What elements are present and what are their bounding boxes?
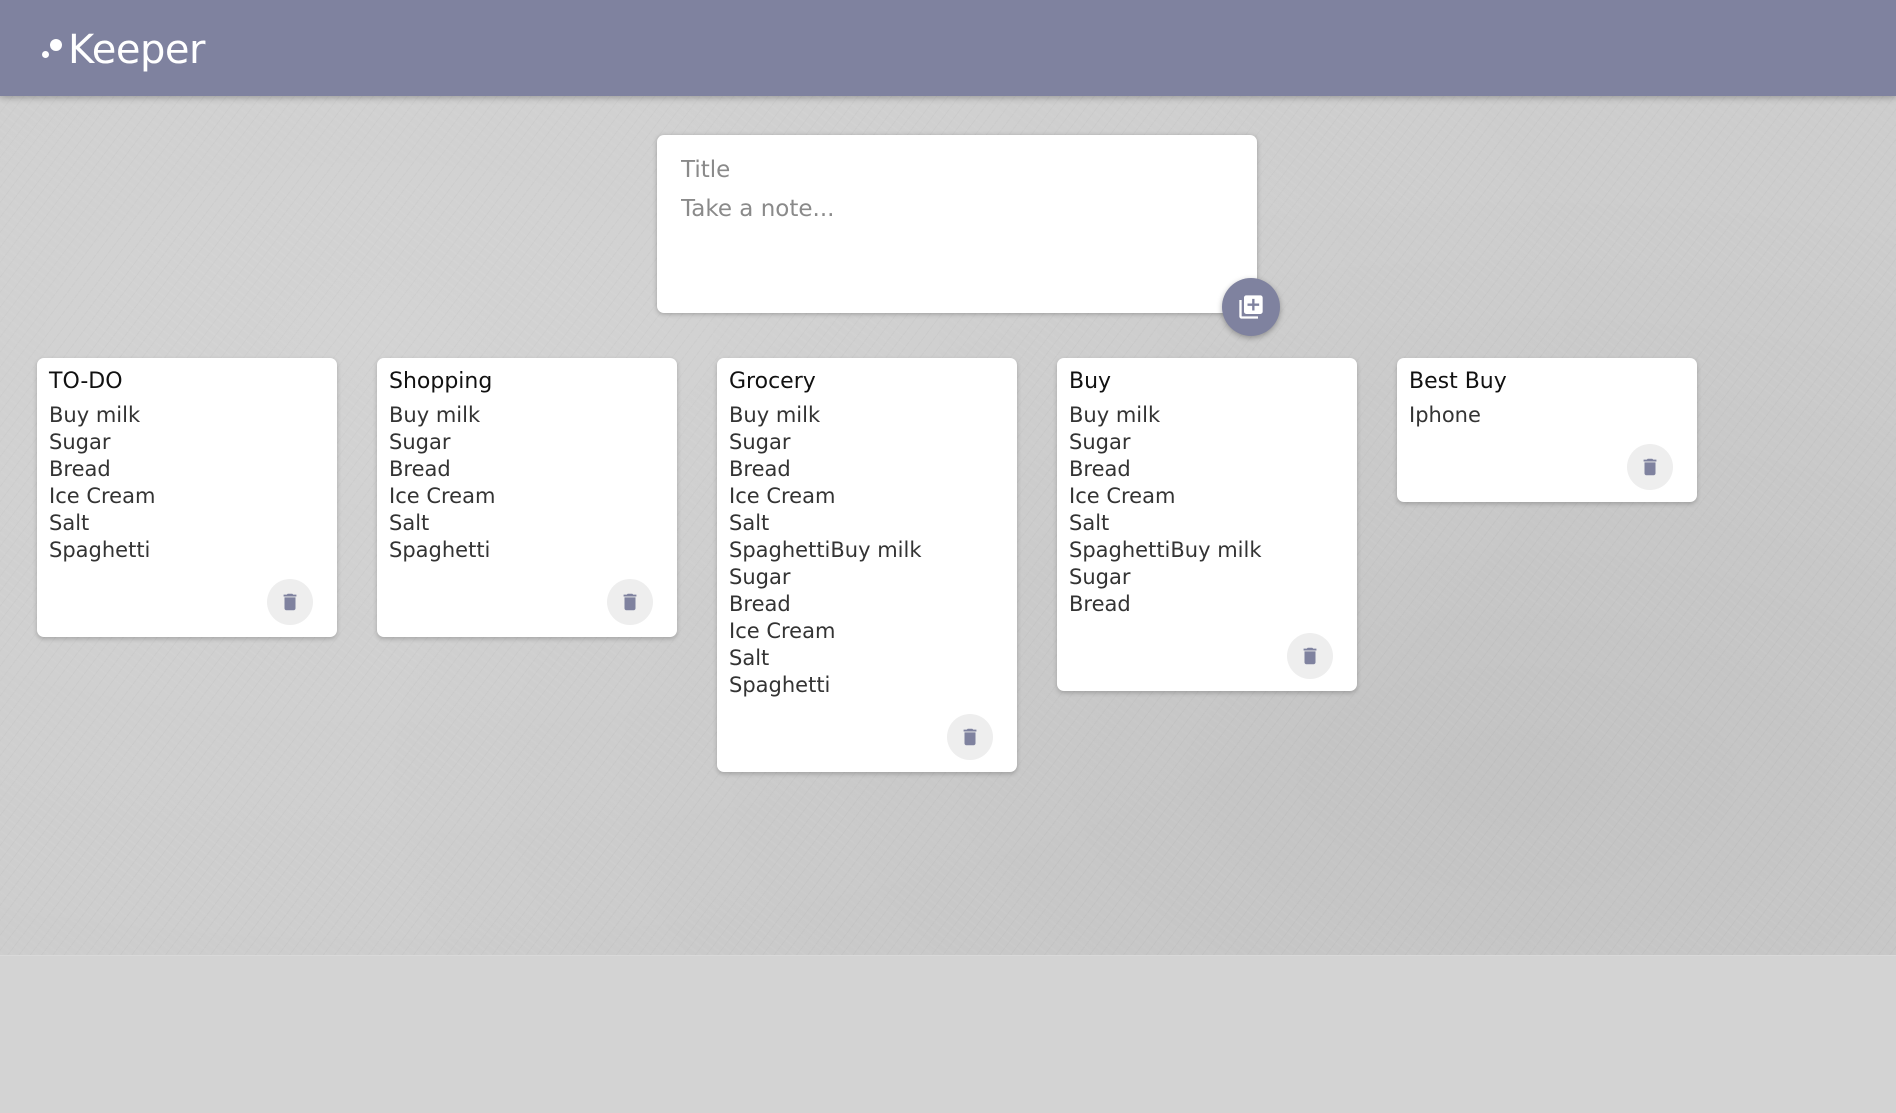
note-content: Buy milk Sugar Bread Ice Cream Salt Spag… [729, 403, 922, 697]
note-card: Buy Buy milk Sugar Bread Ice Cream Salt … [1057, 358, 1357, 691]
trash-icon [963, 728, 977, 746]
note-title: Buy [1069, 369, 1112, 394]
delete-note-button[interactable] [1287, 633, 1333, 679]
note-content: Buy milk Sugar Bread Ice Cream Salt Spag… [1069, 403, 1262, 616]
add-note-icon [1239, 295, 1263, 319]
note-content-input[interactable] [681, 195, 1233, 285]
dots-logo-icon [40, 35, 66, 65]
delete-note-button[interactable] [1627, 444, 1673, 490]
trash-icon [1303, 647, 1317, 665]
note-card: Best Buy Iphone [1397, 358, 1697, 502]
create-note-form [657, 135, 1257, 313]
note-card: Grocery Buy milk Sugar Bread Ice Cream S… [717, 358, 1017, 772]
note-content: Iphone [1409, 403, 1481, 427]
delete-note-button[interactable] [947, 714, 993, 760]
note-title: TO-DO [49, 369, 123, 394]
app-logo[interactable]: Keeper [40, 24, 205, 76]
note-title: Best Buy [1409, 369, 1507, 394]
add-note-button[interactable] [1222, 278, 1280, 336]
delete-note-button[interactable] [607, 579, 653, 625]
app-name: Keeper [68, 27, 205, 73]
trash-icon [623, 593, 637, 611]
delete-note-button[interactable] [267, 579, 313, 625]
note-title-input[interactable] [681, 157, 1233, 183]
note-content: Buy milk Sugar Bread Ice Cream Salt Spag… [49, 403, 156, 562]
trash-icon [283, 593, 297, 611]
app-header: Keeper [0, 0, 1896, 96]
note-title: Grocery [729, 369, 816, 394]
page-footer-area [0, 955, 1896, 1113]
note-content: Buy milk Sugar Bread Ice Cream Salt Spag… [389, 403, 496, 562]
note-card: Shopping Buy milk Sugar Bread Ice Cream … [377, 358, 677, 637]
note-card: TO-DO Buy milk Sugar Bread Ice Cream Sal… [37, 358, 337, 637]
trash-icon [1643, 458, 1657, 476]
note-title: Shopping [389, 369, 493, 394]
